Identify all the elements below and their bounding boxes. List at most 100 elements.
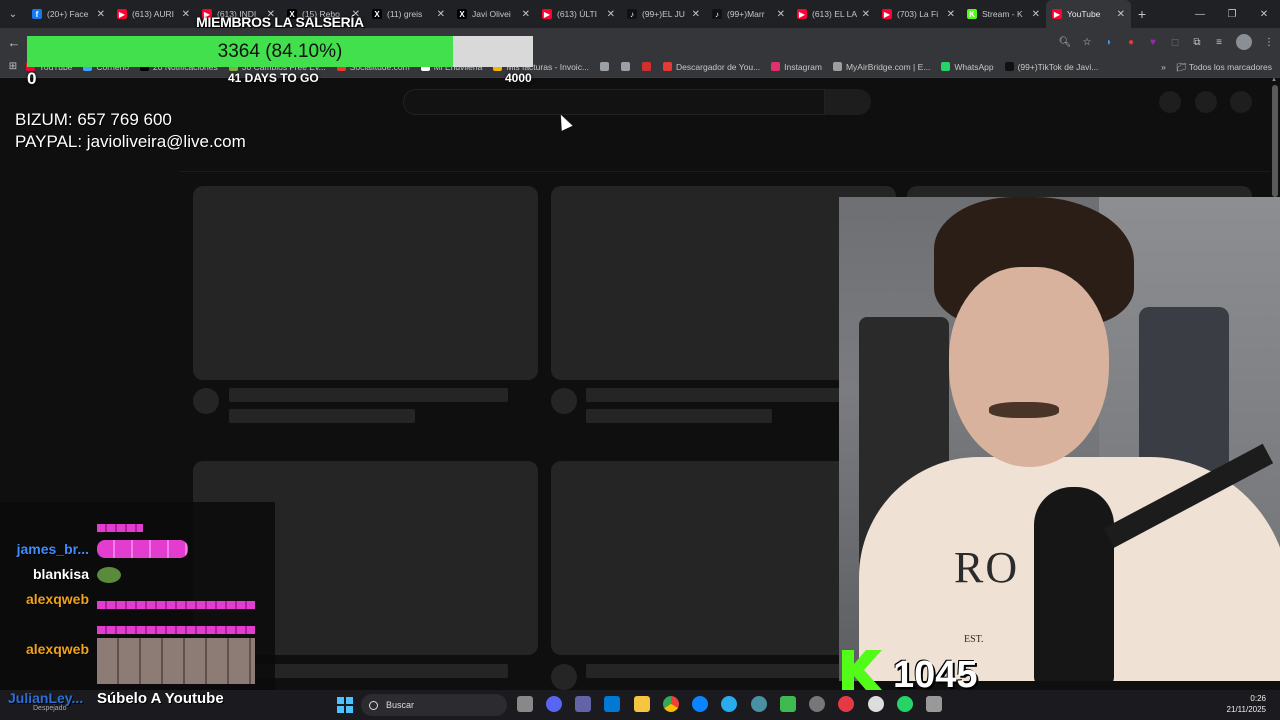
- bookmark-item[interactable]: Descargador de You...: [663, 62, 760, 72]
- app-icon[interactable]: [926, 696, 942, 712]
- browser-tab[interactable]: ▶ (613) EL LA ✕: [791, 0, 876, 28]
- goal-days-remaining: 41 DAYS TO GO: [228, 71, 319, 85]
- webcam-moustache: [989, 402, 1059, 418]
- close-tab-icon[interactable]: ✕: [1117, 9, 1125, 20]
- tab-list-icon[interactable]: ≡: [1208, 28, 1230, 56]
- browser-tab[interactable]: ♪ (99+)EL JU ✕: [621, 0, 706, 28]
- emote: [97, 567, 121, 583]
- chat-footer-username: JulianLey...: [8, 690, 84, 706]
- bookmark-label: Descargador de You...: [676, 61, 761, 72]
- scroll-up-icon[interactable]: ▲: [1271, 77, 1277, 83]
- apps-grid-icon[interactable]: ⊞: [0, 61, 26, 72]
- browser-tab[interactable]: K Stream - K ✕: [961, 0, 1046, 28]
- zoom-icon[interactable]: 🔍︎: [1054, 28, 1076, 56]
- bookmark-favicon-icon: [600, 62, 610, 71]
- video-title-placeholder: [229, 388, 508, 402]
- more-bookmarks-icon[interactable]: »: [1161, 62, 1166, 72]
- members-goal-text: 3364 (84.10%): [217, 41, 343, 62]
- tab-favicon-icon: ▶: [882, 9, 892, 19]
- chrome-icon[interactable]: [663, 696, 679, 712]
- profile-avatar[interactable]: [1236, 34, 1252, 50]
- youtube-search-input[interactable]: [403, 89, 825, 115]
- scrollbar-thumb[interactable]: [1272, 85, 1278, 197]
- tab-favicon-icon: ▶: [1052, 9, 1062, 19]
- notifications-icon[interactable]: [1195, 91, 1217, 113]
- goal-max-value: 4000: [505, 71, 532, 85]
- bookmark-item[interactable]: Instagram: [771, 62, 822, 72]
- browser-tab[interactable]: ▶ (703) La Fi ✕: [876, 0, 961, 28]
- extensions-puzzle-icon[interactable]: ⧉: [1186, 28, 1208, 56]
- emote: [97, 626, 255, 634]
- tab-title: (613) EL LA: [812, 9, 858, 19]
- discord-icon[interactable]: [546, 696, 562, 712]
- new-tab-button[interactable]: +: [1131, 6, 1153, 22]
- tab-title: (703) La Fi: [897, 9, 939, 19]
- bookmark-favicon-icon: [663, 62, 673, 71]
- channel-avatar-placeholder: [551, 388, 577, 414]
- browser-menu-icon[interactable]: ⋮: [1258, 28, 1280, 56]
- chat-message: james_br...: [0, 539, 275, 559]
- close-tab-icon[interactable]: ✕: [607, 9, 615, 20]
- minimize-icon[interactable]: —: [1184, 0, 1216, 28]
- bookmark-item[interactable]: MyAirBridge.com | E...: [832, 62, 930, 72]
- extension-icon[interactable]: ♥: [1142, 28, 1164, 56]
- channel-avatar-placeholder: [193, 388, 219, 414]
- taskbar-search-input[interactable]: Buscar: [361, 694, 507, 716]
- tab-title: (99+)EL JU: [642, 9, 685, 19]
- chat-message: blankisa: [0, 565, 275, 585]
- bookmark-star-icon[interactable]: ☆: [1076, 28, 1098, 56]
- app-icon[interactable]: [780, 696, 796, 712]
- emote: [97, 540, 188, 558]
- browser-tab[interactable]: ▶ YouTube ✕: [1046, 0, 1131, 28]
- tab-favicon-icon: ♪: [627, 9, 637, 19]
- telegram-icon[interactable]: [721, 696, 737, 712]
- account-avatar[interactable]: [1230, 91, 1252, 113]
- taskbar-clock[interactable]: 0:26 21/11/2025: [1227, 693, 1266, 715]
- close-tab-icon[interactable]: ✕: [777, 9, 785, 20]
- close-tab-icon[interactable]: ✕: [947, 9, 955, 20]
- edge-icon[interactable]: [692, 696, 708, 712]
- bookmark-item[interactable]: [600, 62, 613, 71]
- close-tab-icon[interactable]: ✕: [862, 9, 870, 20]
- video-thumbnail-placeholder[interactable]: [193, 186, 538, 380]
- app-icon[interactable]: [809, 696, 825, 712]
- app-icon[interactable]: [838, 696, 854, 712]
- goal-min-value: 0: [27, 69, 37, 88]
- all-bookmarks-folder[interactable]: 📁︎ Todos los marcadores: [1176, 62, 1272, 73]
- youtube-search-button[interactable]: [825, 89, 871, 115]
- file-explorer-icon[interactable]: [634, 696, 650, 712]
- bookmark-label: Instagram: [784, 61, 822, 72]
- webcam-microphone: [1034, 487, 1114, 681]
- start-menu-icon[interactable]: [337, 697, 353, 713]
- obs-icon[interactable]: [868, 696, 884, 712]
- extension-icon[interactable]: ●: [1120, 28, 1142, 56]
- tab-favicon-icon: ♪: [712, 9, 722, 19]
- outlook-icon[interactable]: [604, 696, 620, 712]
- bookmark-item[interactable]: WhatsApp: [941, 62, 994, 72]
- window-controls: — ❐ ✕: [1184, 0, 1280, 28]
- emote: [97, 524, 143, 532]
- back-arrow-icon[interactable]: ←: [0, 35, 28, 50]
- close-tab-icon[interactable]: ✕: [692, 9, 700, 20]
- restore-icon[interactable]: ❐: [1216, 0, 1248, 28]
- create-icon[interactable]: [1159, 91, 1181, 113]
- bookmark-item[interactable]: [642, 62, 655, 71]
- close-window-icon[interactable]: ✕: [1248, 0, 1280, 28]
- browser-tab[interactable]: ♪ (99+)Marr ✕: [706, 0, 791, 28]
- webcam-feed: RO EST.: [839, 197, 1280, 681]
- search-icon: [369, 700, 378, 710]
- app-icon[interactable]: [751, 696, 767, 712]
- chips-divider: [180, 171, 1270, 172]
- whatsapp-icon[interactable]: [897, 696, 913, 712]
- webcam-face: [949, 267, 1109, 467]
- bookmark-item[interactable]: (99+)TikTok de Javi...: [1004, 62, 1098, 72]
- teams-icon[interactable]: [575, 696, 591, 712]
- close-tab-icon[interactable]: ✕: [1032, 9, 1040, 20]
- extension-icon[interactable]: ◗: [1098, 28, 1120, 56]
- bookmark-item[interactable]: [621, 62, 634, 71]
- task-view-icon[interactable]: [517, 696, 533, 712]
- all-bookmarks-label: Todos los marcadores: [1188, 61, 1272, 72]
- bookmark-favicon-icon: [1004, 62, 1014, 71]
- chat-username: alexqweb: [25, 591, 89, 607]
- extension-icon[interactable]: ◻: [1164, 28, 1186, 56]
